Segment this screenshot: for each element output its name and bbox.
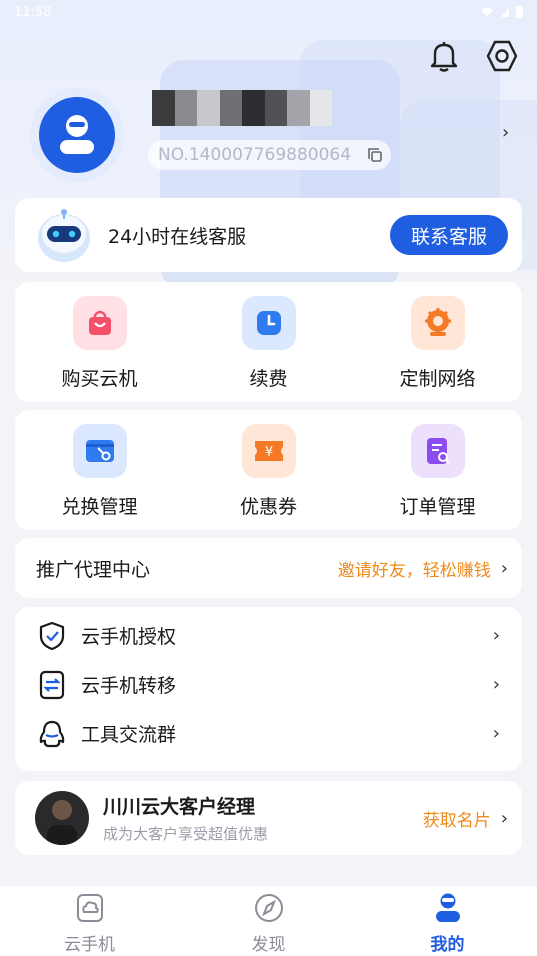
manager-title: 川川云大客户经理: [103, 796, 256, 818]
grid-label: 购买云机: [61, 368, 138, 390]
chevron-right-icon: ›: [492, 674, 500, 695]
bottom-tab-bar: 云手机 发现 我的: [0, 886, 537, 956]
tab-mine[interactable]: 我的: [358, 886, 537, 956]
coupon-icon: ¥: [241, 424, 296, 478]
clock-icon: [241, 296, 296, 350]
wifi-icon: [481, 7, 493, 17]
copy-icon[interactable]: [367, 147, 383, 163]
settings-gear-icon[interactable]: [484, 38, 520, 74]
grid-label: 优惠券: [239, 496, 297, 518]
chevron-right-icon: ›: [492, 625, 500, 646]
user-icon: [432, 892, 464, 924]
tab-discover[interactable]: 发现: [179, 886, 358, 956]
grid-label: 兑换管理: [61, 496, 138, 518]
compass-icon: [253, 892, 285, 924]
profile-chevron-right-icon[interactable]: ›: [502, 122, 509, 143]
grid-label: 定制网络: [399, 368, 476, 390]
grid-item-renew[interactable]: 续费: [184, 282, 353, 402]
grid-label: 续费: [249, 368, 288, 390]
quick-actions-grid-2: 兑换管理 ¥ 优惠券 订单管理: [15, 410, 522, 530]
shopping-bag-icon: [72, 296, 127, 350]
settings-list: 云手机授权 › 云手机转移 › 工具交流群 ›: [15, 607, 522, 771]
user-icon: [60, 115, 94, 154]
manager-action: 获取名片: [422, 810, 491, 831]
grid-item-redeem-management[interactable]: 兑换管理: [15, 410, 184, 530]
notification-bell-icon[interactable]: [426, 38, 462, 74]
list-label: 云手机转移: [81, 675, 177, 697]
user-avatar[interactable]: [30, 88, 124, 182]
chevron-right-icon: ›: [500, 807, 508, 829]
account-manager-card[interactable]: 川川云大客户经理 成为大客户享受超值优惠 获取名片 ›: [15, 781, 522, 855]
list-item-authorize[interactable]: 云手机授权 ›: [15, 611, 522, 660]
service-text: 24小时在线客服: [108, 226, 247, 248]
customer-service-card: 24小时在线客服 联系客服: [15, 198, 522, 272]
status-time: 11:58: [14, 4, 52, 20]
manager-subtitle: 成为大客户享受超值优惠: [103, 825, 269, 843]
list-label: 工具交流群: [81, 724, 177, 746]
battery-icon: [516, 6, 523, 18]
grid-label: 订单管理: [399, 496, 476, 518]
tab-label: 云手机: [64, 935, 115, 955]
user-id-text: NO.140007769880064: [158, 145, 352, 165]
contact-service-button[interactable]: 联系客服: [390, 215, 508, 255]
chevron-right-icon: ›: [500, 557, 508, 579]
robot-assistant-icon: [38, 209, 90, 262]
manager-avatar: [35, 791, 89, 845]
signal-icon: [501, 8, 509, 17]
wallet-key-icon: [72, 424, 127, 478]
list-label: 云手机授权: [81, 626, 177, 648]
promo-action: 邀请好友，轻松赚钱: [337, 560, 491, 581]
status-bar: 11:58: [0, 0, 537, 24]
promo-title: 推广代理中心: [36, 558, 151, 581]
order-search-icon: [410, 424, 465, 478]
grid-item-custom-network[interactable]: 定制网络: [353, 282, 522, 402]
svg-text:¥: ¥: [264, 445, 272, 460]
grid-item-buy-cloud-phone[interactable]: 购买云机: [15, 282, 184, 402]
list-item-tool-group[interactable]: 工具交流群 ›: [15, 709, 522, 758]
promotion-agent-row[interactable]: 推广代理中心 邀请好友，轻松赚钱 ›: [15, 538, 522, 598]
list-item-transfer[interactable]: 云手机转移 ›: [15, 660, 522, 709]
tab-label: 我的: [430, 935, 465, 955]
gear-globe-icon: [410, 296, 465, 350]
shield-check-icon: [37, 621, 67, 651]
transfer-icon: [37, 670, 67, 700]
chevron-right-icon: ›: [492, 723, 500, 744]
user-id-pill: NO.140007769880064: [148, 140, 392, 170]
username-redacted: [152, 90, 332, 126]
qq-penguin-icon: [37, 719, 67, 749]
grid-item-coupons[interactable]: ¥ 优惠券: [184, 410, 353, 530]
tab-cloud-phone[interactable]: 云手机: [0, 886, 179, 956]
quick-actions-grid-1: 购买云机 续费 定制网络: [15, 282, 522, 402]
cloud-phone-icon: [74, 892, 106, 924]
grid-item-order-management[interactable]: 订单管理: [353, 410, 522, 530]
tab-label: 发现: [251, 935, 286, 955]
